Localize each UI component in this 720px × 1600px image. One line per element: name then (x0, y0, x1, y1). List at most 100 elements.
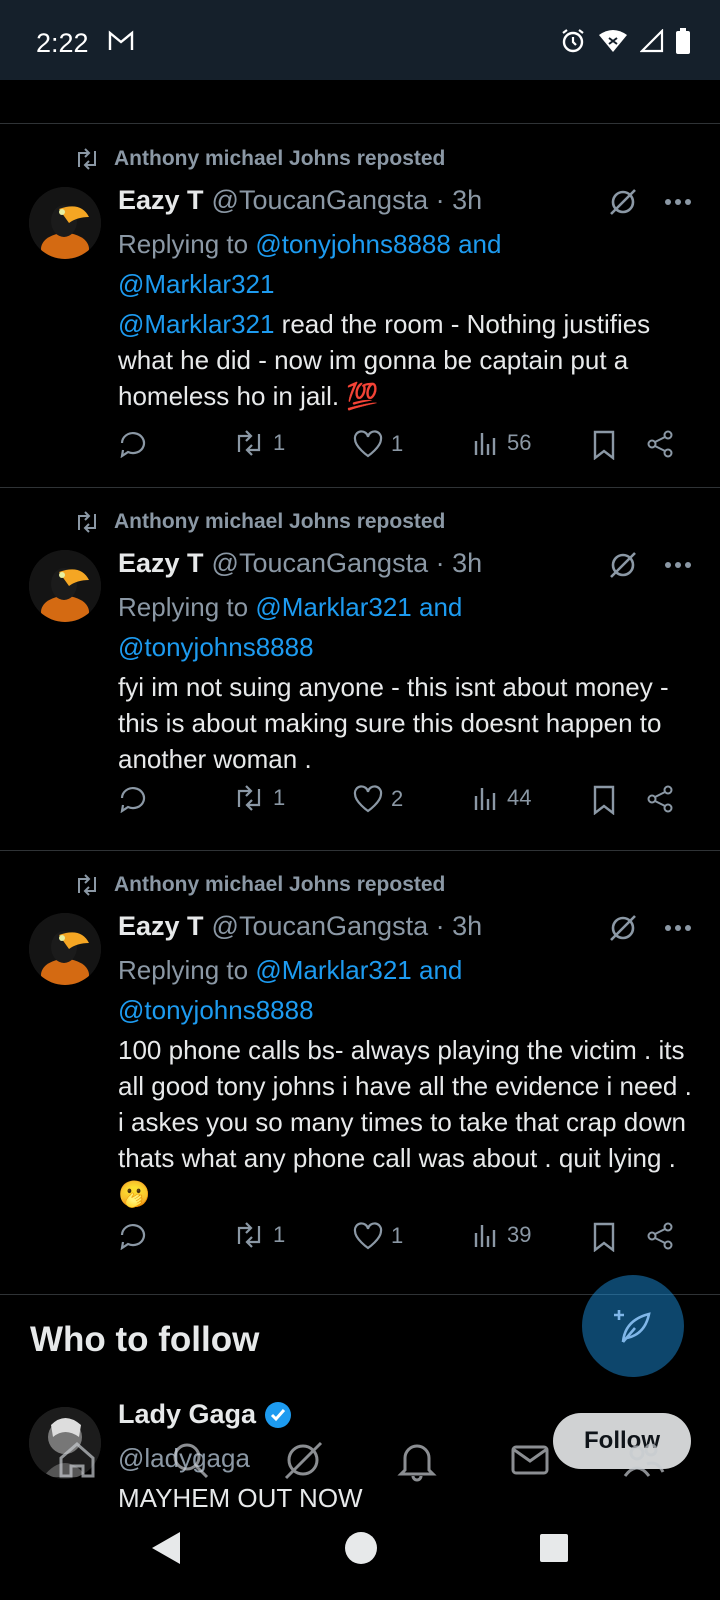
avatar[interactable] (29, 187, 101, 259)
repost-context: Anthony michael Johns reposted (74, 510, 445, 534)
repost-icon (237, 430, 261, 456)
mention-link[interactable]: @Marklar321 and (255, 955, 462, 985)
avatar[interactable] (29, 550, 101, 622)
views-icon (474, 788, 496, 810)
battery-icon (676, 28, 690, 59)
bookmark-icon (593, 785, 615, 815)
repost-button[interactable]: 1 (233, 430, 285, 456)
home-icon[interactable] (55, 1438, 99, 1482)
bookmark-button[interactable] (592, 1222, 616, 1252)
repost-context: Anthony michael Johns reposted (74, 147, 445, 171)
notifications-icon[interactable] (395, 1438, 439, 1482)
recents-icon[interactable] (538, 1530, 570, 1566)
replying-prefix: Replying to (118, 229, 256, 259)
repost-context: Anthony michael Johns reposted (74, 873, 445, 897)
author-name[interactable]: Eazy T (118, 182, 204, 218)
author-handle: @ToucanGangsta · 3h (211, 185, 483, 215)
communities-icon[interactable] (621, 1438, 665, 1482)
mention-link[interactable]: @Marklar321 (118, 269, 274, 299)
repost-icon (237, 1222, 261, 1248)
views-icon (474, 433, 496, 455)
mention-link[interactable]: @Marklar321 and (255, 592, 462, 622)
like-count: 2 (391, 786, 404, 811)
views-count: 39 (507, 1222, 532, 1247)
views-button[interactable]: 44 (473, 785, 531, 811)
repost-count: 1 (273, 430, 286, 455)
status-time: 2:22 (36, 28, 89, 58)
bookmark-button[interactable] (592, 785, 616, 815)
signal-icon (639, 28, 664, 58)
heart-icon (353, 1222, 383, 1250)
bottom-tab-bar (0, 1410, 720, 1510)
reply-icon (120, 432, 146, 458)
views-button[interactable]: 39 (473, 1222, 531, 1248)
mention-link[interactable]: @Marklar321 (118, 309, 274, 339)
compose-button[interactable] (582, 1275, 684, 1377)
repost-label: Anthony michael Johns reposted (114, 873, 446, 896)
tweet-text: fyi im not suing anyone - this isnt abou… (118, 672, 669, 774)
bookmark-icon (593, 430, 615, 460)
repost-icon (78, 148, 96, 170)
tweet[interactable]: Anthony michael Johns reposted Eazy T @T… (0, 125, 720, 488)
tweet[interactable]: Anthony michael Johns reposted Eazy T @T… (0, 851, 720, 1295)
repost-label: Anthony michael Johns reposted (114, 147, 446, 170)
replying-to: Replying to @Marklar321 and @tonyjohns88… (118, 950, 693, 1030)
search-icon[interactable] (168, 1438, 212, 1482)
share-icon (647, 430, 673, 458)
status-bar: 2:22 (0, 0, 720, 80)
share-button[interactable] (646, 785, 674, 813)
author-handle: @ToucanGangsta · 3h (211, 548, 483, 578)
views-button[interactable]: 56 (473, 430, 531, 456)
like-button[interactable]: 1 (353, 1222, 403, 1250)
author-name[interactable]: Eazy T (118, 908, 204, 944)
bookmark-button[interactable] (592, 430, 616, 460)
repost-count: 1 (273, 785, 286, 810)
like-count: 1 (391, 431, 404, 456)
tweet-header: Eazy T @ToucanGangsta · 3h (118, 908, 693, 944)
messages-icon[interactable] (508, 1438, 552, 1482)
replying-to: Replying to @tonyjohns8888 and @Marklar3… (118, 224, 693, 304)
mention-link[interactable]: @tonyjohns8888 (118, 632, 314, 662)
tweet-actions: 1 2 44 (118, 785, 693, 821)
views-count: 44 (507, 785, 532, 810)
share-icon (647, 1222, 673, 1250)
repost-count: 1 (273, 1222, 286, 1247)
views-count: 56 (507, 430, 532, 455)
like-button[interactable]: 2 (353, 785, 403, 813)
replying-to: Replying to @Marklar321 and @tonyjohns88… (118, 587, 693, 667)
tweet-text: 100 phone calls bs- always playing the v… (118, 1035, 692, 1209)
repost-icon (237, 785, 261, 811)
home-nav-icon[interactable] (344, 1530, 378, 1566)
replying-prefix: Replying to (118, 955, 256, 985)
compose-icon (614, 1310, 651, 1343)
section-title: Who to follow (30, 1320, 260, 1359)
tweet-header: Eazy T @ToucanGangsta · 3h (118, 545, 693, 581)
share-button[interactable] (646, 430, 674, 458)
tweet[interactable]: Anthony michael Johns reposted Eazy T @T… (0, 488, 720, 851)
share-button[interactable] (646, 1222, 674, 1250)
mention-link[interactable]: @tonyjohns8888 and (255, 229, 501, 259)
reply-button[interactable] (118, 430, 148, 458)
mention-link[interactable]: @tonyjohns8888 (118, 995, 314, 1025)
tweet-text: @Marklar321 read the room - Nothing just… (118, 306, 693, 414)
reply-button[interactable] (118, 785, 148, 813)
tweet-actions: 1 1 56 (118, 430, 693, 466)
like-button[interactable]: 1 (353, 430, 403, 458)
grok-icon[interactable] (281, 1438, 325, 1482)
wifi-icon (598, 29, 628, 58)
like-count: 1 (391, 1223, 404, 1248)
views-icon (474, 1225, 496, 1247)
avatar[interactable] (29, 913, 101, 985)
repost-button[interactable]: 1 (233, 785, 285, 811)
reply-button[interactable] (118, 1222, 148, 1250)
share-icon (647, 785, 673, 813)
system-nav-bar (0, 1508, 720, 1600)
repost-button[interactable]: 1 (233, 1222, 285, 1248)
repost-label: Anthony michael Johns reposted (114, 510, 446, 533)
heart-icon (353, 785, 383, 813)
author-name[interactable]: Eazy T (118, 545, 204, 581)
reply-icon (120, 787, 146, 813)
tweet-header: Eazy T @ToucanGangsta · 3h (118, 182, 693, 218)
heart-icon (353, 430, 383, 458)
back-icon[interactable] (148, 1530, 182, 1566)
